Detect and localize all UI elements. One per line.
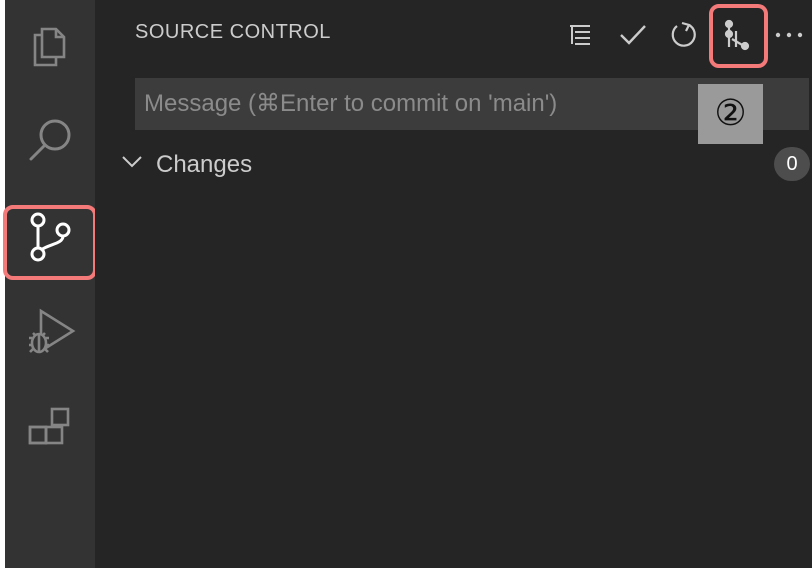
extensions-icon — [28, 407, 70, 445]
activity-explorer[interactable] — [5, 0, 95, 90]
panel-title: SOURCE CONTROL — [135, 21, 331, 43]
source-control-icon — [30, 212, 71, 262]
check-icon — [620, 25, 646, 45]
changes-section-header[interactable]: Changes 0 — [115, 143, 812, 185]
debug-run-icon — [29, 308, 76, 354]
tree-list-icon — [570, 25, 590, 45]
commit-button[interactable] — [613, 14, 653, 56]
refresh-icon — [671, 21, 696, 47]
changes-label: Changes — [156, 151, 253, 178]
refresh-button[interactable] — [663, 14, 703, 56]
git-graph-button[interactable] — [716, 14, 756, 56]
activity-run-debug[interactable] — [5, 288, 95, 378]
chevron-down-icon — [122, 156, 142, 168]
activity-search[interactable] — [5, 96, 95, 186]
vscode-window: ① SOURCE CONTROL — [0, 0, 812, 568]
view-as-tree-button[interactable] — [560, 14, 600, 56]
more-actions-button[interactable] — [769, 14, 809, 56]
callout-2: ② — [698, 84, 763, 144]
ellipsis-icon — [775, 32, 803, 38]
activity-extensions[interactable] — [5, 384, 95, 474]
git-graph-icon — [724, 19, 750, 51]
search-icon — [29, 119, 71, 161]
changes-count-badge: 0 — [774, 147, 810, 181]
activity-source-control[interactable] — [5, 192, 95, 282]
activity-bar — [5, 0, 95, 568]
files-icon — [33, 27, 66, 67]
